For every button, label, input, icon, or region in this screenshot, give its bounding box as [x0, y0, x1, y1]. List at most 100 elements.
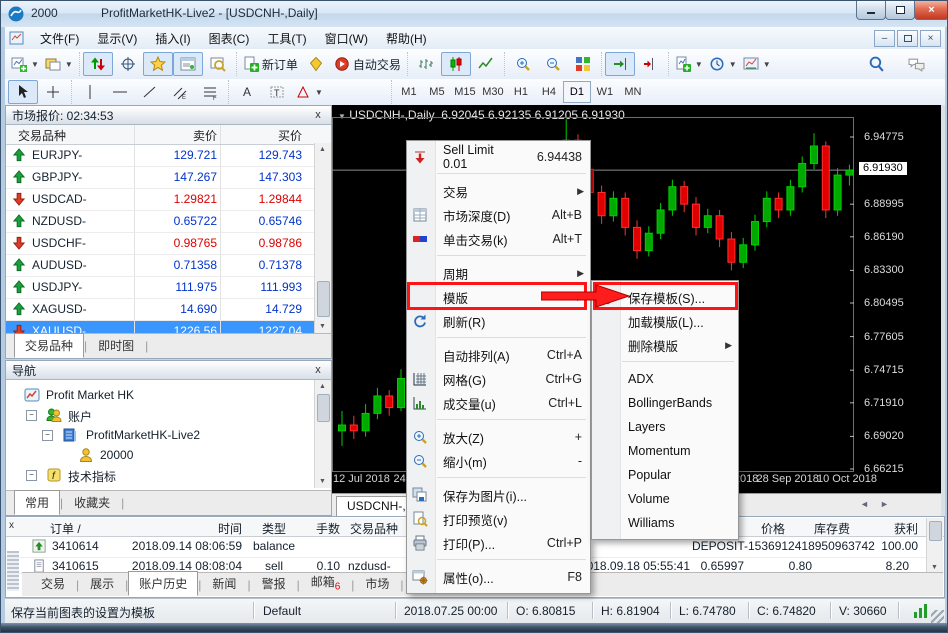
context-menu-item-1[interactable]: Sell Limit 0.016.94438: [407, 145, 590, 169]
timeframe-h4-button[interactable]: H4: [535, 81, 563, 103]
navigator-tab-2[interactable]: 收藏夹: [63, 490, 121, 515]
timeframe-h1-button[interactable]: H1: [507, 81, 535, 103]
fibonacci-button[interactable]: F: [195, 80, 225, 104]
context-menu-item-8[interactable]: 模版▶: [407, 285, 590, 309]
bar-chart-button[interactable]: [411, 52, 441, 76]
templates-button[interactable]: ▼: [740, 52, 774, 76]
zoom-out-button[interactable]: [538, 52, 568, 76]
timeframe-m1-button[interactable]: M1: [395, 81, 423, 103]
context-menu-item-16[interactable]: 缩小(m)-: [407, 449, 590, 473]
timeframe-d1-button[interactable]: D1: [563, 81, 591, 103]
terminal-close-icon[interactable]: x: [9, 520, 14, 531]
scroll-up-icon[interactable]: ▲: [317, 381, 328, 392]
market-watch-button[interactable]: [83, 52, 113, 76]
terminal-tab-5[interactable]: 警报: [251, 571, 297, 596]
market-watch-row-usdcad[interactable]: USDCAD-1.298211.29844: [6, 189, 331, 211]
shapes-button[interactable]: ▼: [292, 80, 326, 104]
col-lots[interactable]: 手数: [180, 520, 340, 537]
mdi-minimize-button[interactable]: –: [874, 30, 895, 47]
menu-插入[interactable]: 插入(I): [146, 27, 199, 50]
context-menu-item-3[interactable]: 交易▶: [407, 179, 590, 203]
timeframe-mn-button[interactable]: MN: [619, 81, 647, 103]
resize-grip[interactable]: [931, 610, 944, 623]
navigator-scrollbar[interactable]: ▲ ▼: [314, 380, 331, 488]
terminal-tab-7[interactable]: 市场: [354, 571, 400, 596]
navigator-button[interactable]: [143, 52, 173, 76]
template-submenu-item-6[interactable]: BollingerBands: [592, 391, 738, 415]
scroll-down-icon[interactable]: ▼: [317, 476, 328, 487]
terminal-tab-2[interactable]: 展示: [79, 571, 125, 596]
periods-button[interactable]: ▼: [706, 52, 740, 76]
nav-item-1[interactable]: Profit Market HK: [6, 386, 313, 404]
market-watch-row-usdjpy[interactable]: USDJPY-111.975111.993: [6, 277, 331, 299]
market-watch-tab-2[interactable]: 即时图: [87, 333, 145, 358]
market-watch-row-gbpjpy[interactable]: GBPJPY-147.267147.303: [6, 167, 331, 189]
template-submenu-item-1[interactable]: 保存模板(S)...: [592, 285, 738, 309]
terminal-scrollbar[interactable]: ▼: [926, 518, 943, 574]
template-submenu-item-7[interactable]: Layers: [592, 415, 738, 439]
template-submenu-item-11[interactable]: Williams: [592, 511, 738, 535]
context-menu-item-20[interactable]: 打印(P)...Ctrl+P: [407, 531, 590, 555]
text-tool-button[interactable]: A: [232, 80, 262, 104]
tab-scroll-left-icon[interactable]: ◄: [860, 499, 869, 509]
auto-scroll-button[interactable]: [605, 52, 635, 76]
indicators-button[interactable]: ▼: [672, 52, 706, 76]
new-order-button[interactable]: 新订单: [240, 52, 301, 76]
terminal-tab-4[interactable]: 新闻: [201, 571, 247, 596]
status-profile[interactable]: Default: [263, 604, 301, 618]
market-watch-row-xagusd[interactable]: XAGUSD-14.69014.729: [6, 299, 331, 321]
context-menu-item-5[interactable]: 单击交易(k)Alt+T: [407, 227, 590, 251]
search-button[interactable]: [861, 52, 891, 76]
menu-窗口[interactable]: 窗口(W): [316, 27, 377, 50]
expand-icon[interactable]: −: [42, 430, 53, 441]
timeframe-m5-button[interactable]: M5: [423, 81, 451, 103]
col-bid[interactable]: 卖价: [139, 127, 217, 144]
template-submenu-item-8[interactable]: Momentum: [592, 439, 738, 463]
cursor-button[interactable]: [8, 80, 38, 104]
menu-帮助[interactable]: 帮助(H): [377, 27, 436, 50]
maximize-button[interactable]: [885, 1, 915, 20]
nav-item-4[interactable]: 20000: [6, 446, 313, 464]
market-watch-row-nzdusd[interactable]: NZDUSD-0.657220.65746: [6, 211, 331, 233]
context-menu-item-9[interactable]: 刷新(R): [407, 309, 590, 333]
menu-显示[interactable]: 显示(V): [88, 27, 146, 50]
expert-advisors-button[interactable]: [301, 52, 331, 76]
market-watch-tab-1[interactable]: 交易品种: [14, 333, 84, 358]
template-submenu-item-3[interactable]: 删除模版▶: [592, 333, 738, 357]
terminal-tab-3[interactable]: 账户历史: [128, 571, 198, 596]
market-watch-close-icon[interactable]: x: [311, 109, 325, 121]
context-menu-item-15[interactable]: 放大(Z)+: [407, 425, 590, 449]
vline-button[interactable]: [75, 80, 105, 104]
chart-shift-button[interactable]: [635, 52, 665, 76]
nav-item-5[interactable]: −f技术指标: [6, 466, 313, 484]
community-button[interactable]: [901, 52, 931, 76]
template-submenu-item-5[interactable]: ADX: [592, 367, 738, 391]
menu-图表[interactable]: 图表(C): [200, 27, 259, 50]
context-menu-item-11[interactable]: 自动排列(A)Ctrl+A: [407, 343, 590, 367]
tab-scroll-right-icon[interactable]: ►: [880, 499, 889, 509]
nav-item-2[interactable]: −账户: [6, 406, 313, 424]
context-menu-item-19[interactable]: 打印预览(v): [407, 507, 590, 531]
market-watch-row-audusd[interactable]: AUDUSD-0.713580.71378: [6, 255, 331, 277]
terminal-tab-6[interactable]: 邮箱6: [300, 569, 352, 596]
menu-工具[interactable]: 工具(T): [258, 27, 315, 50]
context-menu-item-22[interactable]: 属性(o)...F8: [407, 565, 590, 589]
market-watch-row-usdchf[interactable]: USDCHF-0.987650.98786: [6, 233, 331, 255]
context-menu-item-18[interactable]: 保存为图片(i)...: [407, 483, 590, 507]
navigator-tab-1[interactable]: 常用: [14, 490, 60, 515]
terminal-button[interactable]: [173, 52, 203, 76]
candlestick-button[interactable]: [441, 52, 471, 76]
strategy-tester-button[interactable]: [203, 52, 233, 76]
market-watch-scrollbar[interactable]: ▲ ▼: [314, 143, 331, 333]
template-submenu-item-9[interactable]: Popular: [592, 463, 738, 487]
channel-button[interactable]: E: [165, 80, 195, 104]
scroll-up-icon[interactable]: ▲: [317, 144, 328, 155]
timeframe-m30-button[interactable]: M30: [479, 81, 507, 103]
template-submenu-item-2[interactable]: 加载模版(L)...: [592, 309, 738, 333]
expand-icon[interactable]: −: [26, 410, 37, 421]
mdi-close-button[interactable]: ×: [920, 30, 941, 47]
autotrading-button[interactable]: 自动交易: [331, 52, 404, 76]
line-chart-button[interactable]: [471, 52, 501, 76]
col-order[interactable]: 订单 /: [50, 520, 81, 537]
data-window-button[interactable]: [113, 52, 143, 76]
